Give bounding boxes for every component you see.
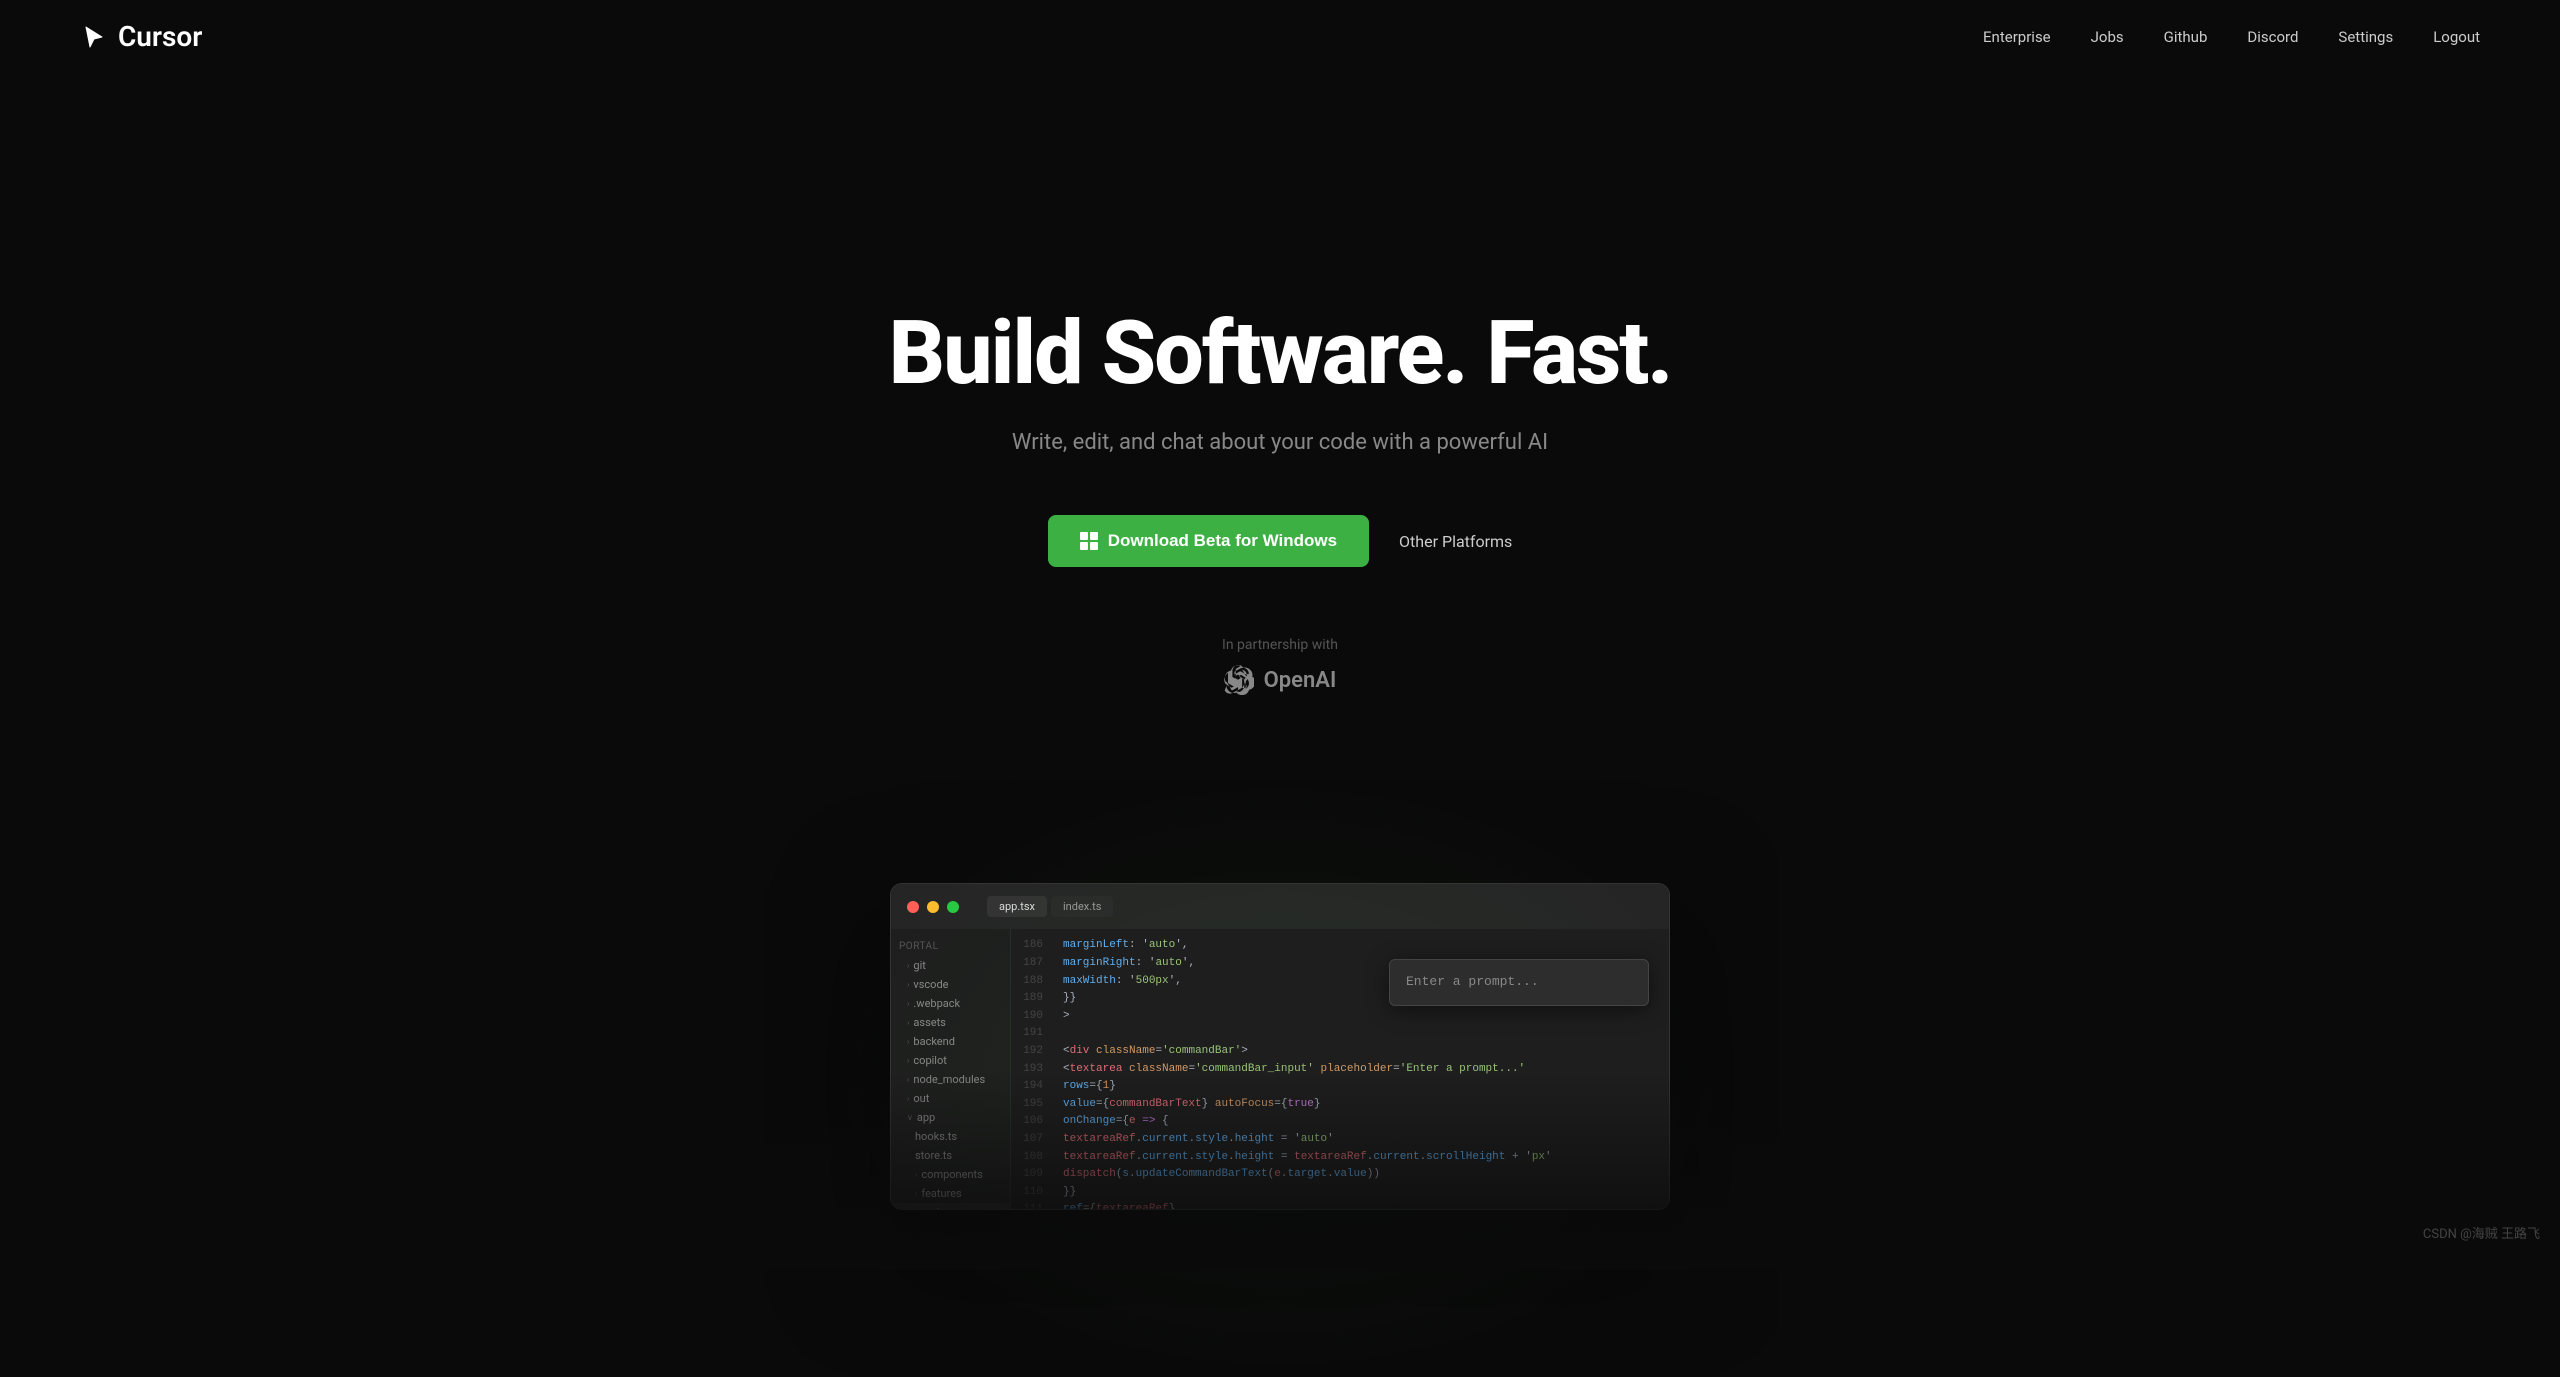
- tab-app-tsx[interactable]: app.tsx: [987, 896, 1047, 917]
- code-line-16: ref={textareaRef}: [1063, 1201, 1657, 1209]
- editor-tabs: app.tsx index.ts: [987, 896, 1113, 917]
- hero-buttons: Download Beta for Windows Other Platform…: [1048, 515, 1513, 567]
- sidebar-item-store[interactable]: store.ts: [891, 1146, 1010, 1165]
- openai-icon: [1224, 665, 1254, 695]
- download-button[interactable]: Download Beta for Windows: [1048, 515, 1369, 567]
- partnership-text: In partnership with: [1222, 637, 1338, 653]
- sidebar-item-components[interactable]: › components: [891, 1165, 1010, 1184]
- sidebar-item-features[interactable]: › features: [891, 1184, 1010, 1203]
- other-platforms-button[interactable]: Other Platforms: [1399, 532, 1512, 551]
- nav-enterprise[interactable]: Enterprise: [1983, 28, 2051, 46]
- editor-container: app.tsx index.ts PORTAL › git › vscode ›…: [890, 883, 1670, 1210]
- nav-logout[interactable]: Logout: [2433, 28, 2480, 46]
- sidebar-item-app-tsx[interactable]: app.tsx: [891, 1203, 1010, 1209]
- editor-section: app.tsx index.ts PORTAL › git › vscode ›…: [0, 883, 2560, 1270]
- traffic-light-yellow: [927, 901, 939, 913]
- code-line-13: textareaRef.current.style.height = texta…: [1063, 1149, 1657, 1167]
- nav-jobs[interactable]: Jobs: [2091, 28, 2124, 46]
- nav-github[interactable]: Github: [2164, 28, 2208, 46]
- windows-icon: [1080, 532, 1098, 550]
- code-line-7: <div className='commandBar'>: [1063, 1043, 1657, 1061]
- logo-link[interactable]: Cursor: [80, 20, 202, 53]
- code-line-1: marginLeft: 'auto',: [1063, 937, 1657, 955]
- tab-index-ts[interactable]: index.ts: [1051, 896, 1113, 917]
- windows-icon-square-tl: [1080, 532, 1088, 540]
- sidebar-item-copilot[interactable]: › copilot: [891, 1051, 1010, 1070]
- partnership-section: In partnership with OpenAI: [1222, 637, 1338, 695]
- sidebar-header: PORTAL: [891, 937, 1010, 956]
- sidebar-item-app[interactable]: ∨ app: [891, 1108, 1010, 1127]
- ai-prompt-overlay: Enter a prompt...: [1389, 959, 1649, 1006]
- code-line-15: }}: [1063, 1184, 1657, 1202]
- editor-code: marginLeft: 'auto', marginRight: 'auto',…: [1051, 929, 1669, 1209]
- editor-line-numbers: 186187188189190 191192193194195 10610710…: [1011, 929, 1051, 1209]
- watermark: CSDN @海贼 王路飞: [2423, 1223, 2540, 1242]
- sidebar-item-git[interactable]: › git: [891, 956, 1010, 975]
- sidebar-item-node-modules[interactable]: › node_modules: [891, 1070, 1010, 1089]
- windows-icon-square-br: [1090, 542, 1098, 550]
- nav-discord[interactable]: Discord: [2247, 28, 2298, 46]
- logo-text: Cursor: [118, 20, 202, 53]
- nav-links: Enterprise Jobs Github Discord Settings …: [1983, 28, 2480, 46]
- hero-section: Build Software. Fast. Write, edit, and c…: [0, 0, 2560, 883]
- windows-icon-square-bl: [1080, 542, 1088, 550]
- navbar: Cursor Enterprise Jobs Github Discord Se…: [0, 0, 2560, 73]
- editor-main: 186187188189190 191192193194195 10610710…: [1011, 929, 1669, 1209]
- editor-titlebar: app.tsx index.ts: [891, 884, 1669, 929]
- sidebar-item-webpack[interactable]: › .webpack: [891, 994, 1010, 1013]
- traffic-light-red: [907, 901, 919, 913]
- editor-body: PORTAL › git › vscode › .webpack › asset…: [891, 929, 1669, 1209]
- hero-subtitle: Write, edit, and chat about your code wi…: [1012, 430, 1548, 455]
- code-line-11: onChange={e => {: [1063, 1113, 1657, 1131]
- hero-title: Build Software. Fast.: [889, 308, 1672, 400]
- code-line-10: value={commandBarText} autoFocus={true}: [1063, 1096, 1657, 1114]
- download-button-label: Download Beta for Windows: [1108, 531, 1337, 551]
- ai-prompt-input[interactable]: Enter a prompt...: [1389, 959, 1649, 1006]
- code-line-8: <textarea className='commandBar_input' p…: [1063, 1061, 1657, 1079]
- sidebar-item-out[interactable]: › out: [891, 1089, 1010, 1108]
- sidebar-item-assets[interactable]: › assets: [891, 1013, 1010, 1032]
- nav-settings[interactable]: Settings: [2338, 28, 2393, 46]
- code-line-5: >: [1063, 1008, 1657, 1026]
- cursor-logo-icon: [80, 23, 108, 51]
- code-line-6: [1063, 1025, 1657, 1043]
- windows-icon-square-tr: [1090, 532, 1098, 540]
- sidebar-item-backend[interactable]: › backend: [891, 1032, 1010, 1051]
- sidebar-item-vscode[interactable]: › vscode: [891, 975, 1010, 994]
- openai-text: OpenAI: [1264, 668, 1337, 693]
- sidebar-item-hooks[interactable]: hooks.ts: [891, 1127, 1010, 1146]
- traffic-light-green: [947, 901, 959, 913]
- code-line-12: textareaRef.current.style.height = 'auto…: [1063, 1131, 1657, 1149]
- editor-sidebar: PORTAL › git › vscode › .webpack › asset…: [891, 929, 1011, 1209]
- openai-logo: OpenAI: [1224, 665, 1337, 695]
- code-line-9: rows={1}: [1063, 1078, 1657, 1096]
- code-line-14: dispatch(s.updateCommandBarText(e.target…: [1063, 1166, 1657, 1184]
